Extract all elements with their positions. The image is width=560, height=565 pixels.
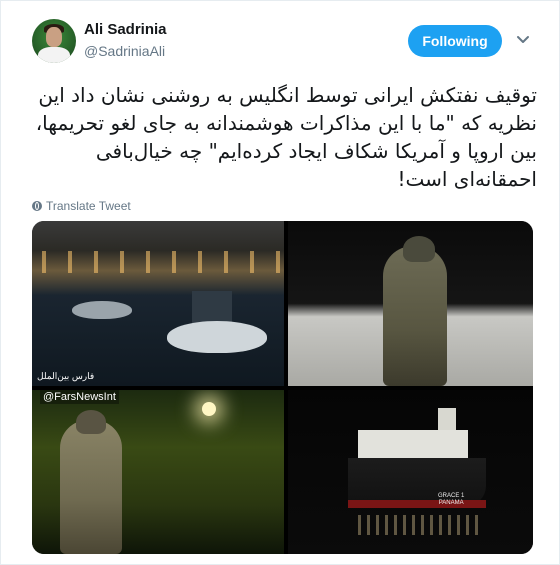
deck-lamp: [202, 402, 216, 416]
ship-name-label: GRACE 1 PANAMA: [438, 493, 464, 507]
soldier-helmet: [403, 236, 435, 262]
ship-superstructure: [358, 430, 468, 460]
photo-boats-harbor[interactable]: فارس بین‌الملل: [32, 221, 284, 386]
boat-cabin: [192, 291, 232, 325]
photo-soldier-deck[interactable]: [288, 221, 533, 386]
soldier: [60, 420, 122, 554]
avatar-shirt: [38, 47, 70, 63]
translate-label: Translate Tweet: [46, 199, 131, 213]
chevron-down-icon[interactable]: [516, 35, 530, 45]
tweet-card: Ali Sadrinia @SadriniaAli Following توقی…: [0, 0, 560, 565]
ship-waterline: [348, 500, 486, 508]
following-button[interactable]: Following: [408, 25, 502, 57]
watermark-handle: @FarsNewsInt: [40, 390, 119, 404]
photo-soldiers-ship[interactable]: @FarsNewsInt: [32, 390, 284, 554]
tweet-text: توقیف نفتکش ایرانی توسط انگلیس به روشنی …: [35, 83, 537, 191]
soldier-helmet: [76, 410, 106, 434]
ship-name: GRACE 1: [438, 493, 465, 499]
globe-icon: [32, 201, 42, 211]
boat: [167, 321, 267, 353]
photo-tanker-night[interactable]: GRACE 1 PANAMA: [288, 390, 533, 554]
author-name[interactable]: Ali Sadrinia: [84, 21, 167, 38]
translate-tweet-link[interactable]: Translate Tweet: [32, 199, 131, 213]
avatar-face: [46, 27, 62, 47]
soldier: [383, 246, 447, 386]
media-grid: فارس بین‌الملل @FarsNewsInt GRACE 1 PANA…: [32, 221, 533, 554]
author-handle[interactable]: @SadriniaAli: [84, 43, 165, 59]
avatar[interactable]: [32, 19, 76, 63]
ship-port: PANAMA: [438, 500, 464, 506]
water-reflection: [358, 515, 478, 535]
boat: [72, 301, 132, 319]
ship-hull: [348, 458, 486, 506]
harbor-lights: [32, 251, 284, 273]
watermark-agency: فارس بین‌الملل: [37, 371, 95, 381]
